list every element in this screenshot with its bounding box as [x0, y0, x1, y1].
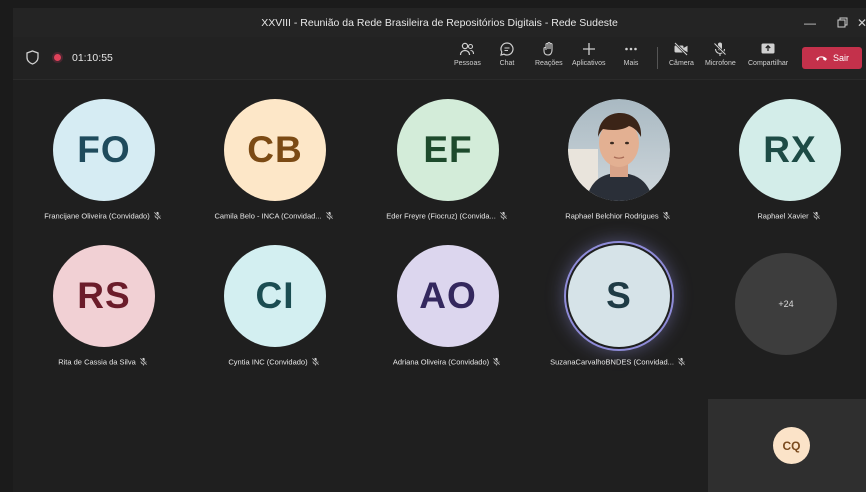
phone-hangup-icon: [815, 56, 827, 61]
participant-photo: [568, 99, 670, 201]
people-button[interactable]: Pessoas: [454, 41, 481, 67]
participant-tile[interactable]: RS Rita de Cassia da Silva: [33, 245, 173, 395]
meeting-window: XXVIII - Reunião da Rede Brasileira de R…: [13, 8, 866, 492]
chat-icon: [500, 42, 514, 56]
participant-name-text: Adriana Oliveira (Convidado): [392, 357, 490, 367]
reactions-icon: [543, 41, 553, 56]
chat-label: Chat: [499, 60, 515, 67]
participant-tile[interactable]: EF Eder Freyre (Fiocruz) (Convida...: [377, 99, 517, 249]
participant-name-text: Cyntia INC (Convidado): [228, 357, 308, 367]
chat-button[interactable]: Chat: [499, 41, 515, 67]
microphone-button[interactable]: Microfone: [705, 41, 736, 67]
participant-name-text: Rita de Cassia da Silva: [58, 357, 136, 367]
participant-tile[interactable]: CI Cyntia INC (Convidado): [204, 245, 344, 395]
minimize-button[interactable]: —: [795, 8, 825, 37]
participant-avatar-speaking: S: [568, 245, 670, 347]
microphone-off-icon: [714, 42, 727, 56]
plus-icon: [582, 43, 595, 55]
participant-avatar: EF: [397, 99, 499, 201]
participant-avatar: CB: [224, 99, 326, 201]
participant-tile[interactable]: FO Francijane Oliveira (Convidado): [33, 99, 173, 249]
muted-mic-icon: [492, 357, 501, 368]
recording-indicator-icon: [54, 54, 61, 61]
meeting-timer: 01:10:55: [72, 52, 113, 64]
participant-name: Raphael Xavier: [699, 211, 866, 222]
participant-tile[interactable]: Raphael Belchior Rodrigues: [548, 99, 688, 249]
toolbar-divider: [657, 47, 658, 69]
participant-name-text: Camila Belo - INCA (Convidad...: [214, 211, 322, 221]
participant-tile[interactable]: AO Adriana Oliveira (Convidado): [377, 245, 517, 395]
participant-tile[interactable]: S SuzanaCarvalhoBNDES (Convidad...: [548, 245, 688, 395]
muted-mic-icon: [311, 357, 320, 368]
participant-name-text: Raphael Xavier: [757, 211, 809, 221]
participant-name-text: Eder Freyre (Fiocruz) (Convida...: [386, 211, 496, 221]
participant-name-text: SuzanaCarvalhoBNDES (Convidad...: [550, 357, 674, 367]
share-screen-icon: [761, 43, 775, 54]
restore-icon: [837, 17, 847, 28]
leave-button[interactable]: Sair: [802, 47, 862, 69]
participant-avatar: RS: [53, 245, 155, 347]
muted-mic-icon: [812, 211, 821, 222]
participant-name: Camila Belo - INCA (Convidad...: [184, 211, 364, 222]
apps-button[interactable]: Aplicativos: [572, 41, 605, 67]
muted-mic-icon: [677, 357, 686, 368]
participant-name: Cyntia INC (Convidado): [184, 357, 364, 368]
people-icon: [460, 42, 475, 56]
more-icon: [625, 47, 637, 51]
participant-tile[interactable]: RX Raphael Xavier: [719, 99, 859, 249]
reactions-label: Reações: [535, 60, 563, 67]
camera-off-icon: [674, 42, 689, 56]
camera-label: Câmera: [669, 60, 694, 67]
title-bar: XXVIII - Reunião da Rede Brasileira de R…: [13, 8, 866, 37]
overflow-count: +24: [778, 299, 794, 309]
participant-avatar: CI: [224, 245, 326, 347]
self-view: CQ: [708, 399, 866, 492]
participant-name: Adriana Oliveira (Convidado): [357, 357, 537, 368]
muted-mic-icon: [662, 211, 671, 222]
participant-avatar: RX: [739, 99, 841, 201]
leave-label: Sair: [832, 53, 849, 63]
muted-mic-icon: [153, 211, 162, 222]
self-avatar: CQ: [773, 427, 810, 464]
reactions-button[interactable]: Reações: [535, 41, 563, 67]
muted-mic-icon: [325, 211, 334, 222]
apps-label: Aplicativos: [572, 60, 606, 67]
share-button[interactable]: Compartilhar: [748, 41, 788, 67]
minimize-icon: —: [804, 15, 816, 30]
muted-mic-icon: [499, 211, 508, 222]
share-label: Compartilhar: [748, 60, 789, 67]
participant-name: Eder Freyre (Fiocruz) (Convida...: [357, 211, 537, 222]
shield-icon: [26, 50, 39, 65]
more-button[interactable]: Mais: [623, 41, 639, 67]
more-label: Mais: [623, 60, 639, 67]
participant-avatar: AO: [397, 245, 499, 347]
participant-name: Rita de Cassia da Silva: [13, 357, 193, 368]
participant-name: SuzanaCarvalhoBNDES (Convidad...: [528, 357, 708, 368]
muted-mic-icon: [139, 357, 148, 368]
overflow-participants-button[interactable]: +24: [735, 253, 837, 355]
camera-button[interactable]: Câmera: [669, 41, 694, 67]
window-title: XXVIII - Reunião da Rede Brasileira de R…: [261, 16, 618, 29]
microphone-label: Microfone: [705, 60, 736, 67]
participant-name: Francijane Oliveira (Convidado): [13, 211, 193, 222]
restore-button[interactable]: [827, 8, 857, 37]
people-label: Pessoas: [454, 60, 481, 67]
participant-name-text: Francijane Oliveira (Convidado): [44, 211, 150, 221]
close-icon: ✕: [856, 15, 866, 30]
participant-avatar: FO: [53, 99, 155, 201]
close-button[interactable]: ✕: [856, 8, 866, 37]
participant-tile[interactable]: CB Camila Belo - INCA (Convidad...: [204, 99, 344, 249]
participant-name: Raphael Belchior Rodrigues: [528, 211, 708, 222]
meeting-toolbar: 01:10:55 Pessoas Chat Reações Aplicativo…: [13, 37, 866, 80]
participant-name-text: Raphael Belchior Rodrigues: [565, 211, 659, 221]
